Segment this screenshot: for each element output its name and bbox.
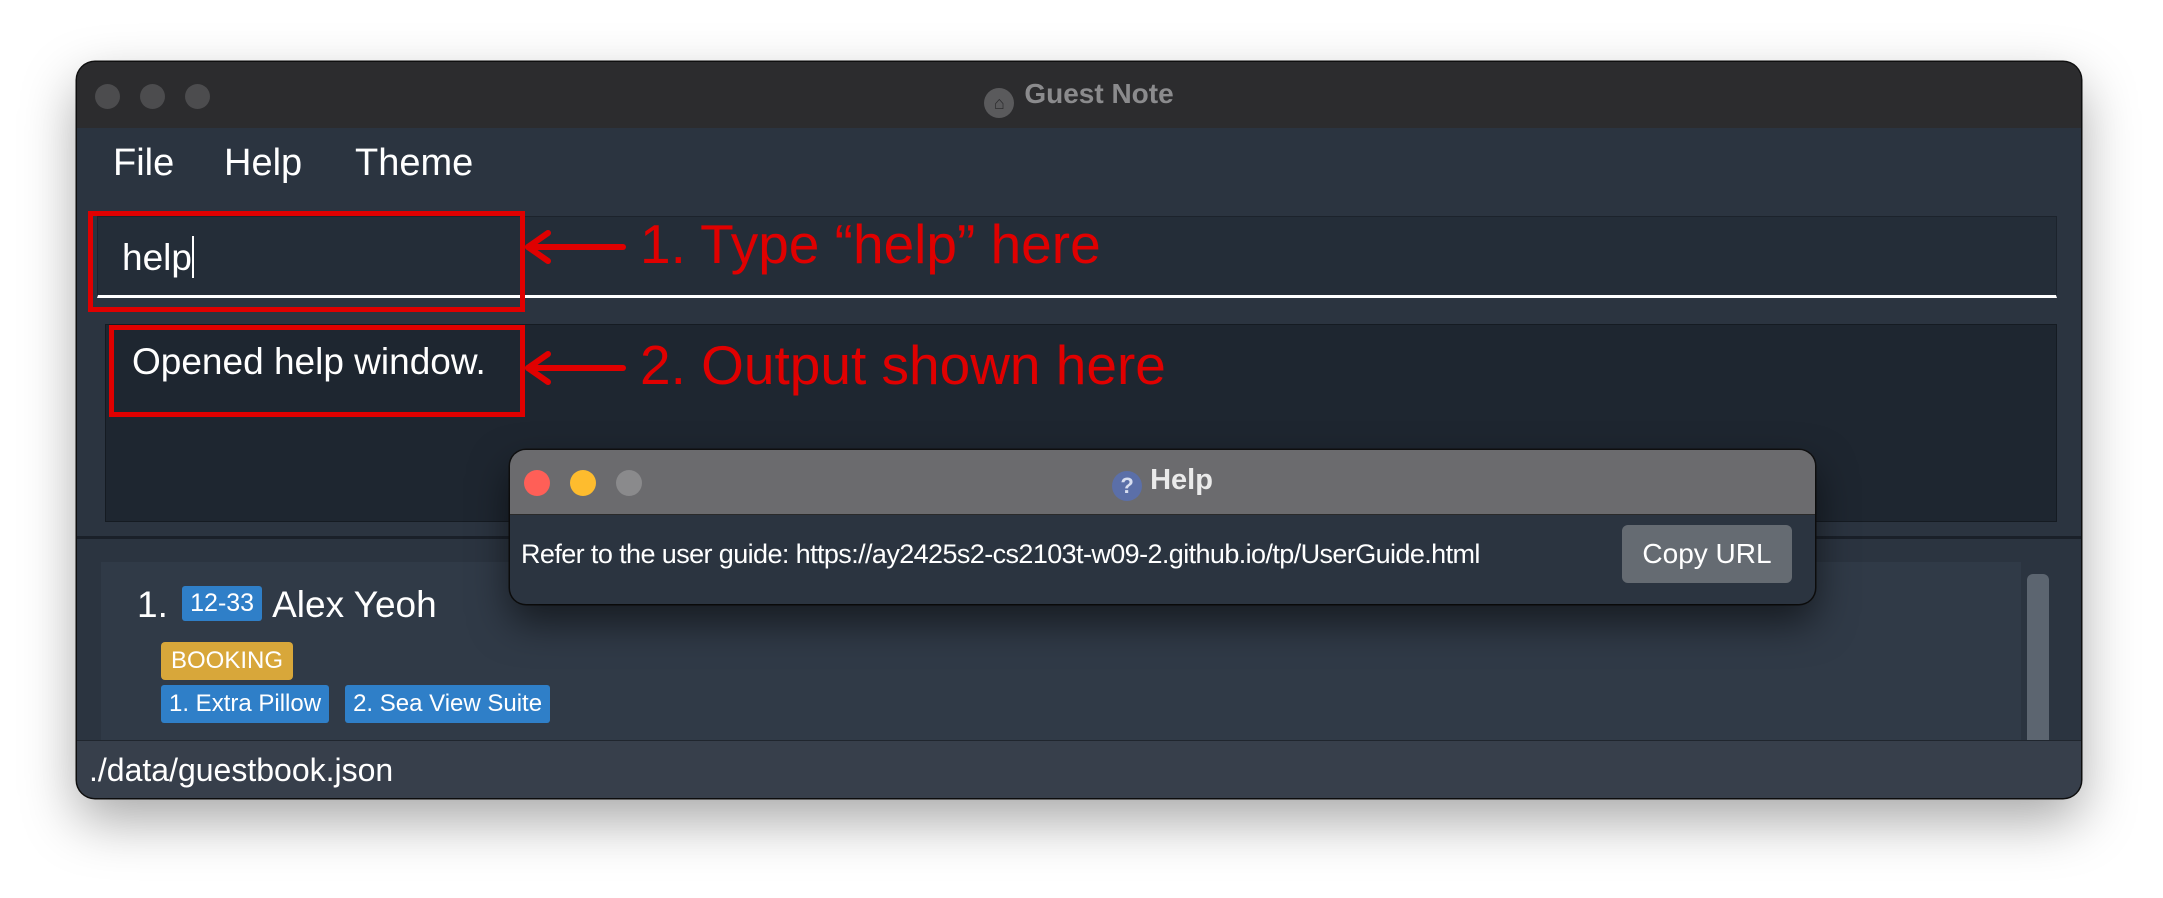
annotation-step2: 2. Output shown here	[640, 334, 1166, 396]
annotation-arrows	[525, 230, 626, 385]
annotation-step1: 1. Type “help” here	[640, 213, 1101, 275]
